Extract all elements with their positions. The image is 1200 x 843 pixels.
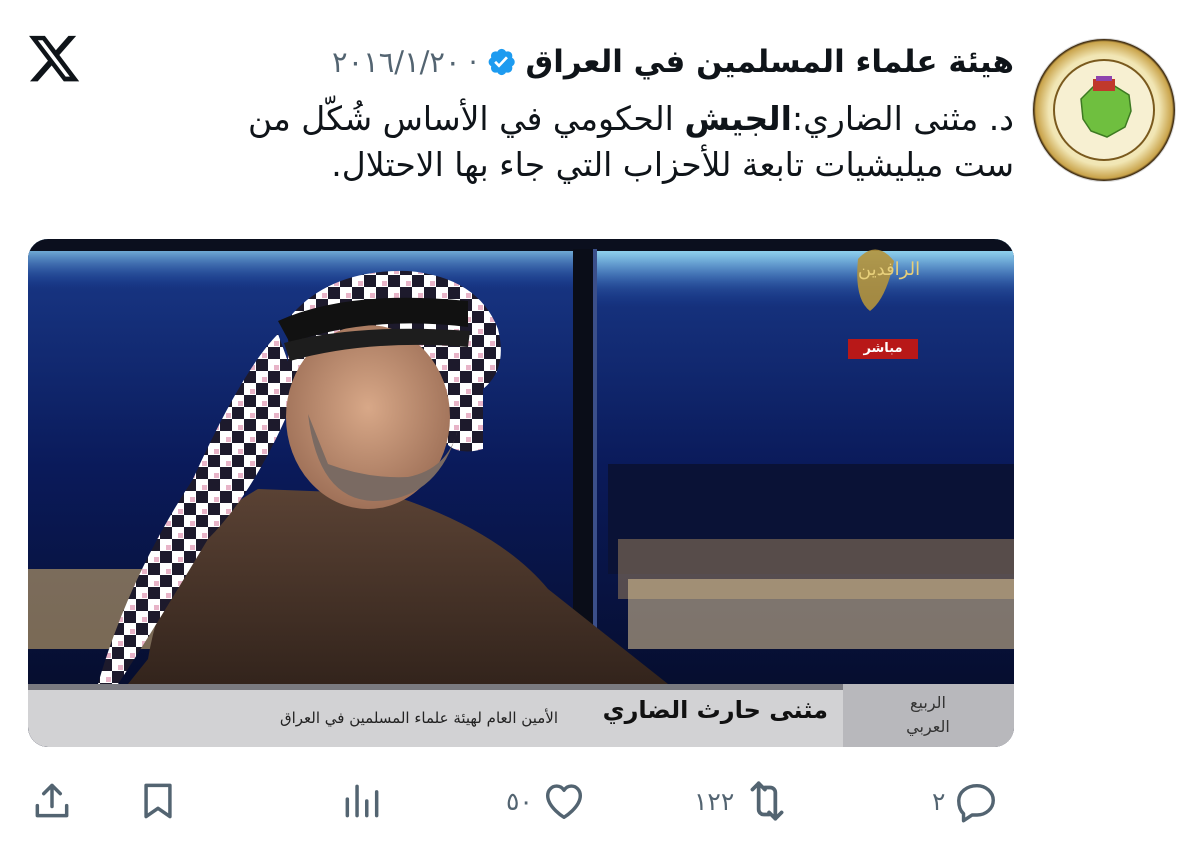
bookmark-button[interactable] bbox=[136, 766, 180, 836]
like-button[interactable]: ٥٠ bbox=[506, 766, 587, 836]
separator-dot: · bbox=[468, 45, 478, 79]
reply-button[interactable]: ٢ bbox=[932, 766, 999, 836]
verified-badge-icon bbox=[489, 48, 516, 76]
reply-count: ٢ bbox=[932, 786, 946, 816]
views-icon bbox=[345, 784, 379, 818]
repost-icon bbox=[750, 781, 784, 821]
lower-third-title: الأمين العام لهيئة علماء المسلمين في الع… bbox=[279, 709, 558, 727]
reply-icon bbox=[957, 783, 996, 823]
repost-count: ١٢٢ bbox=[694, 786, 735, 816]
tweet-text-prefix: د. مثنى الضاري: bbox=[791, 99, 1014, 138]
share-button[interactable] bbox=[30, 766, 74, 836]
organization-seal-icon bbox=[1053, 59, 1155, 161]
display-name[interactable]: هيئة علماء المسلمين في العراق bbox=[525, 44, 1014, 80]
bookmark-icon bbox=[144, 783, 172, 819]
program-label-line2: العربي bbox=[906, 717, 950, 736]
program-label-line1: الربيع bbox=[910, 693, 946, 712]
x-logo-icon[interactable] bbox=[26, 30, 82, 86]
tweet-text-line1: الحكومي في الأساس شُكّل من bbox=[247, 99, 685, 138]
share-icon bbox=[35, 783, 69, 818]
repost-button[interactable]: ١٢٢ bbox=[694, 766, 792, 836]
views-button[interactable] bbox=[340, 766, 384, 836]
media-image[interactable]: الرافدين مباشر مثنى حارث الضاري الأمين ا… bbox=[28, 239, 1014, 747]
channel-logo: الرافدين bbox=[857, 259, 921, 280]
post-date[interactable]: ٢٠١٦/١/٢٠ bbox=[332, 45, 461, 79]
tweet-text: د. مثنى الضاري:الجيش الحكومي في الأساس ش… bbox=[54, 96, 1014, 188]
tweet-header: هيئة علماء المسلمين في العراق · ٢٠١٦/١/٢… bbox=[134, 34, 1014, 90]
program-label: الربيع العربي bbox=[848, 691, 1008, 739]
action-bar: ٥٠ ١٢٢ ٢ bbox=[0, 766, 1200, 836]
live-badge: مباشر bbox=[863, 341, 903, 356]
tv-studio-frame bbox=[28, 239, 1014, 747]
tweet-text-bold: الجيش bbox=[684, 99, 792, 138]
like-icon bbox=[545, 784, 582, 820]
lower-third-name: مثنى حارث الضاري bbox=[602, 696, 828, 724]
tweet-text-line2: ست ميليشيات تابعة للأحزاب التي جاء بها ا… bbox=[331, 145, 1014, 184]
like-count: ٥٠ bbox=[506, 786, 533, 816]
avatar[interactable] bbox=[1032, 38, 1176, 182]
